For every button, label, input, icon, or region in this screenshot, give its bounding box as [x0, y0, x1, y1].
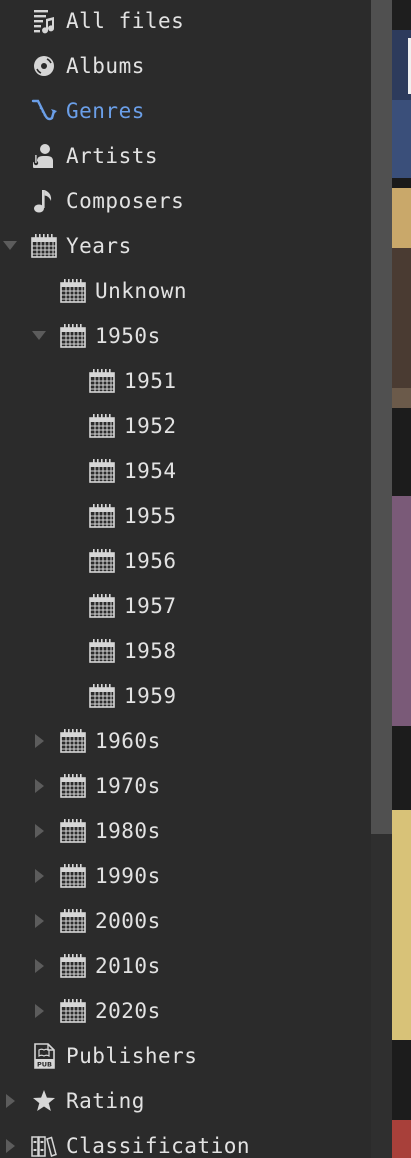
- expand-arrow-icon[interactable]: [31, 733, 47, 749]
- calendar-icon: [88, 637, 116, 665]
- tree-item-label: 2000s: [95, 909, 161, 933]
- expand-arrow-icon[interactable]: [31, 913, 47, 929]
- calendar-icon: [59, 997, 87, 1025]
- calendar-icon: [59, 322, 87, 350]
- tree-item-1970s[interactable]: 1970s: [0, 764, 371, 809]
- expand-arrow-icon[interactable]: [2, 1093, 18, 1109]
- svg-text:PUB: PUB: [37, 1061, 52, 1069]
- tree-item-years[interactable]: Years: [0, 224, 371, 269]
- tree-item-1980s[interactable]: 1980s: [0, 809, 371, 854]
- publisher-icon: PUB: [30, 1042, 58, 1070]
- saxophone-icon: [30, 97, 58, 125]
- expand-arrow-icon[interactable]: [31, 1003, 47, 1019]
- expand-arrow-icon[interactable]: [31, 958, 47, 974]
- tree-item-label: Rating: [66, 1089, 145, 1113]
- tree-item-2020s[interactable]: 2020s: [0, 989, 371, 1034]
- tree-item-1951[interactable]: 1951: [0, 359, 371, 404]
- calendar-icon: [88, 412, 116, 440]
- tree-item-label: 1955: [124, 504, 177, 528]
- tree-item-publishers[interactable]: PUB Publishers: [0, 1034, 371, 1079]
- tree-item-label: 2020s: [95, 999, 161, 1023]
- calendar-icon: [88, 367, 116, 395]
- tree-item-1955[interactable]: 1955: [0, 494, 371, 539]
- tree-item-label: Years: [66, 234, 132, 258]
- tree-item-label: Publishers: [66, 1044, 198, 1068]
- calendar-icon: [59, 277, 87, 305]
- star-icon: [30, 1087, 58, 1115]
- tree-item-1956[interactable]: 1956: [0, 539, 371, 584]
- calendar-icon: [30, 232, 58, 260]
- collapse-arrow-icon[interactable]: [2, 238, 18, 254]
- tree-item-label: Genres: [66, 99, 145, 123]
- tree-item-label: 1990s: [95, 864, 161, 888]
- tree-item-genres[interactable]: Genres: [0, 89, 371, 134]
- tree-item-2010s[interactable]: 2010s: [0, 944, 371, 989]
- calendar-icon: [88, 592, 116, 620]
- tree-item-label: 1951: [124, 369, 177, 393]
- tree-item-label: 1970s: [95, 774, 161, 798]
- tree-item-label: Classification: [66, 1134, 251, 1158]
- tree-item-label: 1960s: [95, 729, 161, 753]
- expand-arrow-icon[interactable]: [31, 823, 47, 839]
- tree-item-label: Artists: [66, 144, 159, 168]
- tree-item-label: 2010s: [95, 954, 161, 978]
- calendar-icon: [59, 727, 87, 755]
- tree-item-label: 1980s: [95, 819, 161, 843]
- calendar-icon: [59, 952, 87, 980]
- tree-item-1959[interactable]: 1959: [0, 674, 371, 719]
- tree-item-label: 1958: [124, 639, 177, 663]
- music-files-icon: [30, 7, 58, 35]
- library-tree: All files Albums Genres Artists Composers Yea…: [0, 0, 371, 1158]
- tree-item-composers[interactable]: Composers: [0, 179, 371, 224]
- tree-item-label: 1952: [124, 414, 177, 438]
- tree-item-1952[interactable]: 1952: [0, 404, 371, 449]
- tree-item-1990s[interactable]: 1990s: [0, 854, 371, 899]
- tree-item-1954[interactable]: 1954: [0, 449, 371, 494]
- calendar-icon: [59, 772, 87, 800]
- tree-item-label: All files: [66, 9, 185, 33]
- calendar-icon: [88, 547, 116, 575]
- expand-arrow-icon[interactable]: [31, 868, 47, 884]
- calendar-icon: [59, 862, 87, 890]
- books-icon: [30, 1132, 58, 1158]
- content-pane-edge: [392, 0, 411, 1158]
- tree-item-1957[interactable]: 1957: [0, 584, 371, 629]
- calendar-icon: [88, 682, 116, 710]
- disc-icon: [30, 52, 58, 80]
- tree-item-unknown[interactable]: Unknown: [0, 269, 371, 314]
- calendar-icon: [88, 502, 116, 530]
- collapse-arrow-icon[interactable]: [31, 328, 47, 344]
- calendar-icon: [59, 907, 87, 935]
- tree-item-all-files[interactable]: All files: [0, 0, 371, 44]
- tree-item-classification[interactable]: Classification: [0, 1124, 371, 1158]
- expand-arrow-icon[interactable]: [31, 778, 47, 794]
- tree-item-label: 1956: [124, 549, 177, 573]
- artist-icon: [30, 142, 58, 170]
- tree-item-label: Albums: [66, 54, 145, 78]
- tree-item-1950s[interactable]: 1950s: [0, 314, 371, 359]
- tree-item-1960s[interactable]: 1960s: [0, 719, 371, 764]
- media-browser-window: All files Albums Genres Artists Composers Yea…: [0, 0, 411, 1158]
- tree-item-label: Composers: [66, 189, 185, 213]
- tree-item-albums[interactable]: Albums: [0, 44, 371, 89]
- tree-item-1958[interactable]: 1958: [0, 629, 371, 674]
- vertical-scrollbar[interactable]: [371, 0, 392, 1158]
- tree-item-label: 1954: [124, 459, 177, 483]
- tree-item-label: 1950s: [95, 324, 161, 348]
- tree-item-rating[interactable]: Rating: [0, 1079, 371, 1124]
- music-note-icon: [30, 187, 58, 215]
- tree-item-label: Unknown: [95, 279, 188, 303]
- calendar-icon: [88, 457, 116, 485]
- scrollbar-thumb[interactable]: [371, 0, 392, 834]
- tree-item-artists[interactable]: Artists: [0, 134, 371, 179]
- calendar-icon: [59, 817, 87, 845]
- expand-arrow-icon[interactable]: [2, 1138, 18, 1154]
- tree-item-2000s[interactable]: 2000s: [0, 899, 371, 944]
- tree-item-label: 1959: [124, 684, 177, 708]
- tree-item-label: 1957: [124, 594, 177, 618]
